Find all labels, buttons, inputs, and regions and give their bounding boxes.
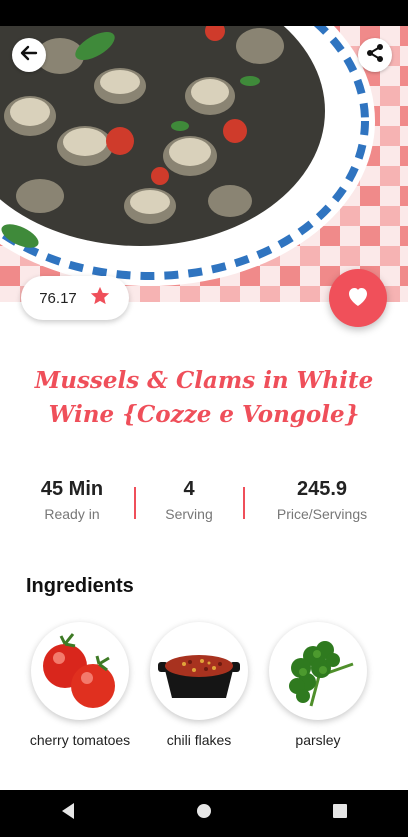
circle-home-icon xyxy=(195,802,213,825)
chili-flakes-image xyxy=(150,622,248,720)
stat-label: Price/Servings xyxy=(276,506,368,522)
ingredient-item[interactable]: parsley xyxy=(259,622,377,748)
nav-home-button[interactable] xyxy=(184,794,224,834)
favorite-button[interactable] xyxy=(329,269,387,327)
recipe-title: Mussels & Clams in White Wine {Cozze e V… xyxy=(34,367,374,428)
stat-ready-in: 45 Min Ready in xyxy=(22,478,122,522)
ingredient-item[interactable]: cherry tomatoes xyxy=(21,622,139,748)
arrow-left-icon xyxy=(19,43,39,68)
recipe-stats: 45 Min Ready in 4 Serving 245.9 Price/Se… xyxy=(0,478,408,538)
stat-value: 4 xyxy=(183,478,195,500)
stat-label: Serving xyxy=(165,506,213,522)
back-button[interactable] xyxy=(12,38,46,72)
stat-divider xyxy=(134,487,136,519)
stat-divider xyxy=(243,487,245,519)
star-icon xyxy=(89,285,111,312)
cherry-tomatoes-image xyxy=(31,622,129,720)
rating-value: 76.17 xyxy=(39,289,77,307)
ingredient-name: chili flakes xyxy=(166,732,232,748)
stat-value: 45 Min xyxy=(40,478,104,500)
ingredient-name: cherry tomatoes xyxy=(29,732,131,748)
rating-badge: 76.17 xyxy=(21,276,129,320)
recipe-hero-image xyxy=(0,26,408,302)
share-button[interactable] xyxy=(358,38,392,72)
parsley-image xyxy=(269,622,367,720)
ingredients-heading: Ingredients xyxy=(26,575,134,597)
ingredient-name: parsley xyxy=(295,732,341,748)
system-nav-bar xyxy=(0,790,408,837)
stat-serving: 4 Serving xyxy=(149,478,229,522)
stat-label: Ready in xyxy=(44,506,100,522)
stat-value: 245.9 xyxy=(296,478,348,500)
status-bar xyxy=(0,0,408,26)
nav-recents-button[interactable] xyxy=(320,794,360,834)
square-recents-icon xyxy=(332,803,348,824)
stat-price: 245.9 Price/Servings xyxy=(262,478,382,522)
ingredient-item[interactable]: chili flakes xyxy=(140,622,258,748)
triangle-back-icon xyxy=(60,802,76,825)
share-icon xyxy=(365,43,385,68)
heart-icon xyxy=(346,285,370,312)
nav-back-button[interactable] xyxy=(48,794,88,834)
